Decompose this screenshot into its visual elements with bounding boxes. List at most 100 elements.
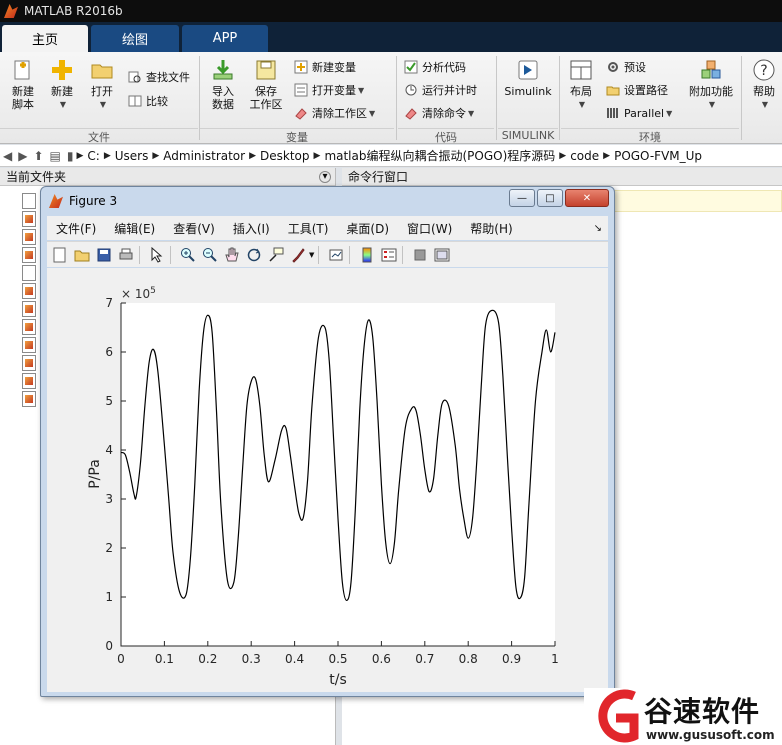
x-tick-label: 0.9 — [502, 652, 521, 666]
y-tick-label: 2 — [105, 541, 113, 555]
breadcrumb-item[interactable]: code — [570, 149, 599, 163]
m-file-icon[interactable] — [22, 355, 36, 371]
brush-icon — [292, 247, 305, 263]
analyze-code-button[interactable]: 分析代码 — [404, 58, 466, 76]
new-script-button[interactable]: 新建 脚本 — [6, 58, 40, 111]
m-file-icon[interactable] — [22, 229, 36, 245]
browse-folder-icon[interactable]: ▤ — [50, 149, 61, 163]
pressure-line-chart[interactable]: 0 0.1 0.2 0.3 0.4 0.5 0.6 0.7 0.8 0.9 1 0 1 2 3 4 5 6 7 × … — [47, 268, 608, 692]
simulink-button[interactable]: Simulink — [502, 58, 554, 98]
breadcrumb-item[interactable]: POGO-FVM_Up — [614, 149, 702, 163]
layout-button[interactable]: 布局 ▼ — [564, 58, 598, 111]
analyze-code-label: 分析代码 — [422, 61, 466, 74]
print-figure-button[interactable] — [117, 246, 135, 264]
m-file-icon[interactable] — [22, 391, 36, 407]
maximize-button[interactable]: □ — [537, 189, 563, 207]
figure-window: Figure 3 — □ ✕ 文件(F) 编辑(E) 查看(V) 插入(I) 工… — [40, 186, 615, 697]
m-file-icon[interactable] — [22, 211, 36, 227]
menu-window[interactable]: 窗口(W) — [407, 220, 452, 237]
set-path-button[interactable]: 设置路径 — [606, 81, 668, 99]
forward-icon[interactable]: ▶ — [18, 149, 27, 163]
import-data-label: 导入 数据 — [212, 85, 234, 111]
new-variable-button[interactable]: 新建变量 — [294, 58, 356, 76]
m-file-icon[interactable] — [22, 247, 36, 263]
menu-view[interactable]: 查看(V) — [173, 220, 215, 237]
breadcrumb-item[interactable]: Administrator — [163, 149, 245, 163]
figure-canvas: 0 0.1 0.2 0.3 0.4 0.5 0.6 0.7 0.8 0.9 1 0 1 2 3 4 5 6 7 × … — [47, 268, 608, 692]
preferences-button[interactable]: 预设 — [606, 58, 646, 76]
zoom-in-button[interactable] — [179, 246, 197, 264]
m-file-icon[interactable] — [22, 283, 36, 299]
zoom-out-icon — [203, 247, 217, 262]
zoom-out-button[interactable] — [201, 246, 219, 264]
new-figure-button[interactable] — [51, 246, 69, 264]
open-variable-button[interactable]: 打开变量 ▼ — [294, 81, 364, 99]
panel-menu-icon[interactable]: ▾ — [319, 170, 331, 183]
open-label: 打开 — [91, 85, 113, 98]
new-figure-icon — [53, 247, 66, 262]
up-folder-icon[interactable]: ⬆ — [33, 149, 43, 163]
m-file-icon[interactable] — [22, 337, 36, 353]
m-file-icon[interactable] — [22, 301, 36, 317]
m-file-icon[interactable] — [22, 373, 36, 389]
breadcrumb-item[interactable]: matlab编程纵向耦合振动(POGO)程序源码 — [324, 147, 555, 164]
colorbar-button[interactable] — [358, 246, 376, 264]
menu-edit[interactable]: 编辑(E) — [114, 220, 155, 237]
legend-button[interactable] — [380, 246, 398, 264]
eraser-icon — [405, 108, 417, 120]
breadcrumb-item[interactable]: C: — [87, 149, 99, 163]
minimize-button[interactable]: — — [509, 189, 535, 207]
save-figure-button[interactable] — [95, 246, 113, 264]
clear-workspace-button[interactable]: 清除工作区 ▼ — [294, 104, 375, 122]
pan-button[interactable] — [223, 246, 241, 264]
y-axis-label: P/Pa — [87, 459, 103, 489]
new-script-label: 新建 脚本 — [12, 85, 34, 111]
help-button[interactable]: ? 帮助 ▼ — [748, 58, 780, 111]
figure-toolbar: ▼ — [47, 241, 608, 267]
file-icon[interactable] — [22, 265, 36, 281]
rotate-3d-button[interactable] — [245, 246, 263, 264]
y-tick-label: 4 — [105, 443, 113, 457]
add-ons-label: 附加功能 — [689, 85, 733, 98]
minimize-icon: — — [517, 192, 527, 204]
close-button[interactable]: ✕ — [565, 189, 609, 207]
open-file-button[interactable] — [73, 246, 91, 264]
link-plot-button[interactable] — [327, 246, 345, 264]
data-cursor-button[interactable] — [267, 246, 285, 264]
menu-desktop[interactable]: 桌面(D) — [346, 220, 389, 237]
open-variable-icon — [294, 83, 308, 97]
data-cursor-icon — [269, 247, 284, 262]
menu-insert[interactable]: 插入(I) — [233, 220, 270, 237]
compare-button[interactable]: 比较 — [128, 92, 168, 110]
save-workspace-button[interactable]: 保存 工作区 — [246, 58, 286, 111]
dock-arrow-icon[interactable]: ↘ — [594, 223, 602, 234]
import-data-button[interactable]: 导入 数据 — [206, 58, 240, 111]
clear-commands-button[interactable]: 清除命令 ▼ — [404, 104, 474, 122]
parallel-button[interactable]: Parallel ▼ — [606, 104, 672, 122]
chevron-down-icon[interactable]: ▼ — [309, 251, 314, 259]
run-and-time-button[interactable]: 运行并计时 — [404, 81, 477, 99]
brush-button[interactable] — [289, 246, 307, 264]
ribbon: 新建 脚本 新建 ▼ 打开 ▼ 查找文件 比较 文件 导入 数据 保存 工作区 新建… — [0, 52, 782, 144]
hide-plot-tools-button[interactable] — [411, 246, 429, 264]
new-button[interactable]: 新建 ▼ — [46, 58, 78, 111]
file-icon[interactable] — [22, 193, 36, 209]
edit-plot-button[interactable] — [148, 246, 166, 264]
set-path-label: 设置路径 — [624, 84, 668, 97]
breadcrumb-item[interactable]: Users — [115, 149, 149, 163]
menu-help[interactable]: 帮助(H) — [470, 220, 512, 237]
menu-file[interactable]: 文件(F) — [56, 220, 96, 237]
menu-tools[interactable]: 工具(T) — [288, 220, 329, 237]
tab-home[interactable]: 主页 — [2, 25, 88, 52]
tab-apps[interactable]: APP — [182, 25, 268, 52]
m-file-icon[interactable] — [22, 319, 36, 335]
show-plot-tools-button[interactable] — [433, 246, 451, 264]
find-files-button[interactable]: 查找文件 — [128, 68, 190, 86]
tab-plots[interactable]: 绘图 — [91, 25, 179, 52]
ribbon-tabs: 主页 绘图 APP — [0, 22, 782, 52]
add-ons-button[interactable]: 附加功能 ▼ — [686, 58, 736, 111]
back-icon[interactable]: ◀ — [3, 149, 12, 163]
open-button[interactable]: 打开 ▼ — [86, 58, 118, 111]
breadcrumb-item[interactable]: Desktop — [260, 149, 310, 163]
set-path-icon — [606, 86, 620, 96]
